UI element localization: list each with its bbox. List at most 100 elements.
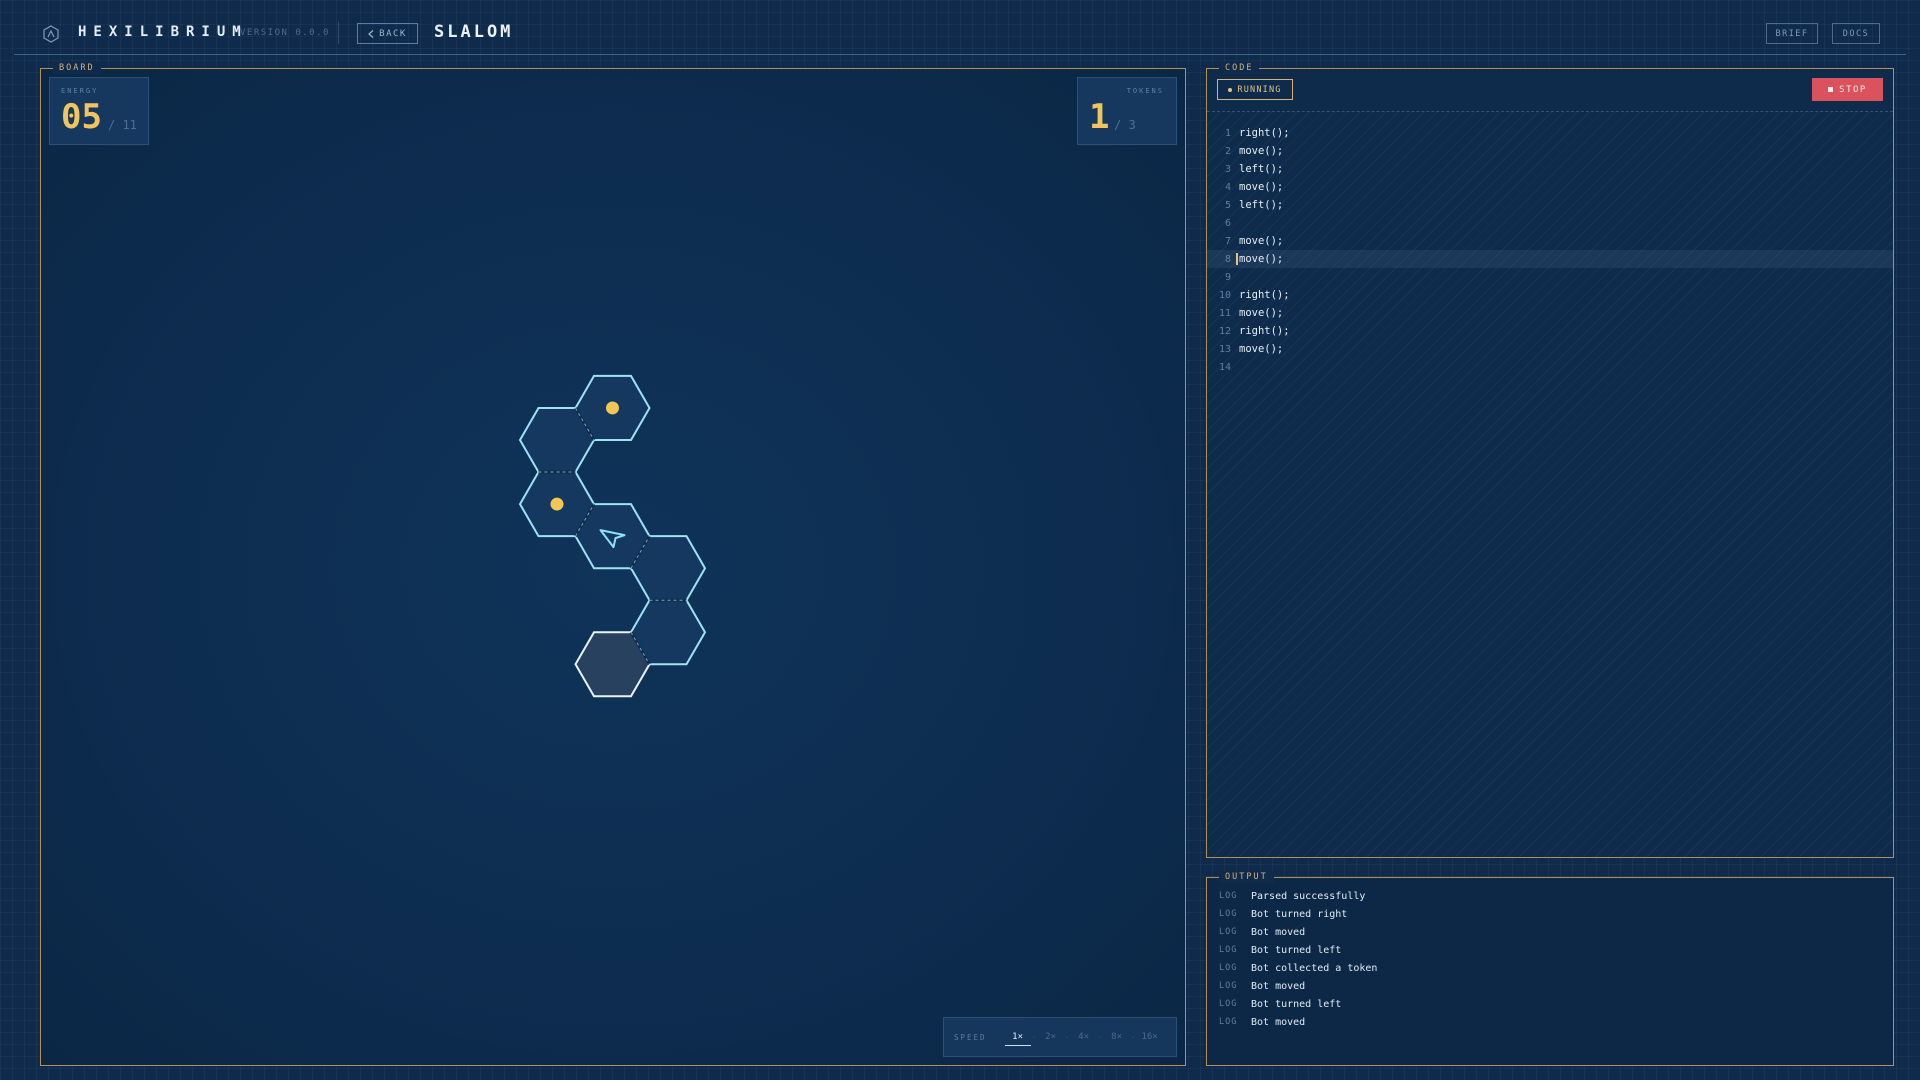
energy-value: 05 [61, 97, 102, 137]
docs-button[interactable]: DOCS [1832, 23, 1880, 44]
code-text: move(); [1239, 235, 1284, 247]
speed-separator: · [1031, 1032, 1037, 1042]
code-panel: CODE RUNNING STOP 1 right(); 2 move(); 3 left… [1206, 62, 1894, 858]
speed-option-8x[interactable]: 8× [1104, 1029, 1130, 1045]
code-text: right(); [1239, 289, 1290, 301]
line-number: 3 [1224, 163, 1231, 175]
log-level: LOG [1219, 981, 1238, 991]
output-label: OUTPUT [1219, 871, 1274, 883]
line-number: 14 [1218, 361, 1231, 373]
log-level: LOG [1219, 891, 1238, 901]
header-rule [14, 54, 1906, 55]
code-line[interactable]: 5 left(); [1207, 196, 1893, 214]
output-panel: OUTPUT LOG Parsed successfully LOG Bot turn… [1206, 871, 1894, 1066]
log-level: LOG [1219, 1017, 1238, 1027]
header: HEXILIBRIUM VERSION 0.0.0 BACK SLALOM BR… [0, 0, 1920, 56]
code-line[interactable]: 14 [1207, 358, 1893, 376]
log-entry: LOG Bot moved [1219, 923, 1305, 941]
code-line[interactable]: 3 left(); [1207, 160, 1893, 178]
log-entry: LOG Bot collected a token [1219, 959, 1377, 977]
code-text: right(); [1239, 127, 1290, 139]
code-line[interactable]: 11 move(); [1207, 304, 1893, 322]
energy-total: / 11 [108, 118, 137, 132]
speed-control: SPEED 1× · 2× · 4× · 8× · 16× [943, 1017, 1177, 1057]
code-line[interactable]: 9 [1207, 268, 1893, 286]
stop-icon [1828, 87, 1834, 92]
log-level: LOG [1219, 999, 1238, 1009]
line-number: 8 [1224, 253, 1231, 265]
logo-icon [43, 25, 59, 43]
code-line[interactable]: 8 move(); [1207, 250, 1893, 268]
code-text: left(); [1239, 163, 1284, 175]
code-line[interactable]: 6 [1207, 214, 1893, 232]
line-number: 1 [1224, 127, 1231, 139]
code-line[interactable]: 10 right(); [1207, 286, 1893, 304]
log-message: Bot turned left [1251, 998, 1342, 1010]
log-level: LOG [1219, 945, 1238, 955]
log-level: LOG [1219, 909, 1238, 919]
log-entry: LOG Bot moved [1219, 977, 1305, 995]
status-text: RUNNING [1237, 84, 1282, 95]
tokens-label: TOKENS [1126, 87, 1164, 95]
brief-button[interactable]: BRIEF [1766, 23, 1818, 44]
speed-option-1x[interactable]: 1× [1004, 1029, 1031, 1046]
code-line[interactable]: 7 move(); [1207, 232, 1893, 250]
code-line[interactable]: 2 move(); [1207, 142, 1893, 160]
log-message: Bot turned left [1251, 944, 1342, 956]
code-text: move(); [1239, 307, 1284, 319]
code-text: left(); [1239, 199, 1284, 211]
token-icon [550, 497, 564, 511]
log-message: Bot turned right [1251, 908, 1348, 920]
log-entry: LOG Parsed successfully [1219, 887, 1365, 905]
speed-option-4x[interactable]: 4× [1071, 1029, 1097, 1045]
line-number: 5 [1224, 199, 1231, 211]
code-text: move(); [1239, 181, 1284, 193]
speed-option-2x[interactable]: 2× [1038, 1029, 1064, 1045]
line-number: 13 [1218, 343, 1231, 355]
stop-button-label: STOP [1839, 84, 1867, 95]
line-number: 2 [1224, 145, 1231, 157]
log-message: Bot moved [1251, 1016, 1306, 1028]
code-text: move(); [1239, 145, 1284, 157]
line-number: 4 [1224, 181, 1231, 193]
status-dot-icon [1228, 87, 1233, 92]
log-level: LOG [1219, 963, 1238, 973]
back-button-label: BACK [379, 28, 407, 39]
line-number: 12 [1218, 325, 1231, 337]
log-message: Parsed successfully [1251, 890, 1366, 902]
header-divider [338, 22, 339, 44]
speed-separator: · [1097, 1032, 1103, 1042]
app-brand: HEXILIBRIUM [78, 24, 248, 40]
line-number: 10 [1218, 289, 1231, 301]
log-entry: LOG Bot turned left [1219, 995, 1341, 1013]
level-title: SLALOM [434, 22, 514, 42]
code-text: right(); [1239, 325, 1290, 337]
log-entry: LOG Bot turned right [1219, 905, 1347, 923]
hex-board [518, 374, 707, 698]
line-number: 7 [1224, 235, 1231, 247]
code-line[interactable]: 1 right(); [1207, 124, 1893, 142]
speed-separator: · [1130, 1032, 1136, 1042]
token-icon [606, 401, 619, 415]
log-level: LOG [1219, 927, 1238, 937]
log-message: Bot moved [1251, 980, 1306, 992]
version-label: VERSION 0.0.0 [240, 28, 330, 38]
code-line[interactable]: 4 move(); [1207, 178, 1893, 196]
tokens-counter: TOKENS 1 / 3 [1077, 77, 1177, 145]
code-text: move(); [1239, 343, 1284, 355]
log-message: Bot collected a token [1251, 962, 1378, 974]
code-line[interactable]: 12 right(); [1207, 322, 1893, 340]
speed-option-16x[interactable]: 16× [1137, 1029, 1163, 1045]
code-editor[interactable]: 1 right(); 2 move(); 3 left(); 4 move(); 5 left()… [1207, 112, 1893, 857]
chevron-left-icon [368, 29, 374, 38]
speed-separator: · [1064, 1032, 1070, 1042]
stop-button[interactable]: STOP [1812, 78, 1883, 101]
log-entry: LOG Bot turned left [1219, 941, 1341, 959]
back-button[interactable]: BACK [357, 23, 418, 44]
board-panel: BOARD ENERGY 05 / 11 TOKENS 1 / 3 SPEED … [40, 62, 1186, 1066]
line-number: 9 [1224, 271, 1231, 283]
code-text: move(); [1236, 253, 1283, 265]
code-line[interactable]: 13 move(); [1207, 340, 1893, 358]
line-number: 6 [1224, 217, 1231, 229]
energy-counter: ENERGY 05 / 11 [49, 77, 149, 145]
